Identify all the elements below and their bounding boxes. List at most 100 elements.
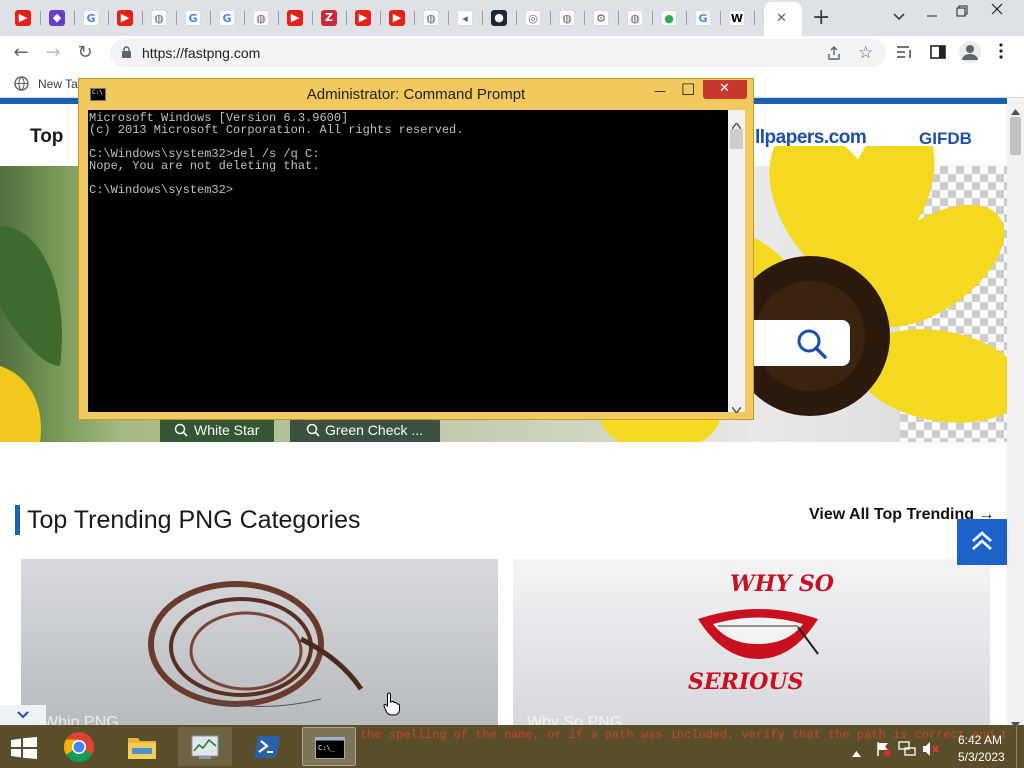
browser-tab[interactable]: ◍ xyxy=(144,6,174,30)
section-accent-bar xyxy=(15,505,20,535)
globe-icon[interactable] xyxy=(14,76,29,96)
address-bar[interactable]: https://fastpng.com ☆ xyxy=(110,39,886,67)
cmd-minimize-button[interactable]: — xyxy=(654,84,666,98)
url-text[interactable]: https://fastpng.com xyxy=(142,45,260,61)
tray-expand-icon[interactable] xyxy=(852,744,861,762)
browser-tab[interactable]: ▶ xyxy=(110,6,140,30)
window-minimize-icon[interactable] xyxy=(926,9,938,27)
clock-date[interactable]: 5/3/2023 xyxy=(958,750,1005,764)
taskbar-chrome[interactable] xyxy=(52,727,106,766)
hand-cursor-icon xyxy=(383,692,400,716)
hero-search-box[interactable] xyxy=(740,320,850,366)
cmd-scrollbar[interactable] xyxy=(728,110,745,415)
start-button[interactable] xyxy=(0,727,46,766)
scroll-down-button[interactable] xyxy=(0,705,46,725)
tab-separator xyxy=(210,11,211,25)
category-card-whip[interactable]: Whip PNG xyxy=(21,559,498,725)
card-label: Why So PNG xyxy=(527,714,623,725)
browser-tab[interactable]: ◍ xyxy=(416,6,446,30)
section-title: Top Trending PNG Categories xyxy=(27,506,361,534)
bookmark-star-icon[interactable]: ☆ xyxy=(858,43,873,63)
browser-tab[interactable]: ⚙ xyxy=(586,6,616,30)
tab-separator xyxy=(652,11,653,25)
action-center-flag-icon[interactable] xyxy=(875,741,891,762)
browser-tab[interactable]: G xyxy=(212,6,242,30)
task-manager-icon xyxy=(191,735,219,759)
show-desktop-button[interactable] xyxy=(1016,725,1024,768)
browser-tab[interactable]: ◍ xyxy=(620,6,650,30)
browser-tab[interactable]: ◆ xyxy=(42,6,72,30)
scrollbar-thumb[interactable] xyxy=(1010,117,1021,155)
purple-app-icon: ◆ xyxy=(49,10,65,26)
browser-menu-icon[interactable] xyxy=(999,43,1003,64)
taskbar-task-manager[interactable] xyxy=(178,727,232,766)
browser-tab[interactable]: ▶ xyxy=(382,6,412,30)
taskbar-file-explorer[interactable] xyxy=(115,727,169,766)
card-art-text-bottom: SERIOUS xyxy=(688,669,804,695)
command-prompt-window[interactable]: C:\ Administrator: Command Prompt — □ ✕ … xyxy=(78,78,754,420)
search-chip[interactable]: Green Check ... xyxy=(290,418,440,442)
chip-label: Green Check ... xyxy=(325,422,424,438)
chrome-icon xyxy=(63,732,94,763)
lock-icon[interactable] xyxy=(121,46,132,64)
scroll-down-arrow-icon[interactable] xyxy=(731,400,742,418)
browser-tab[interactable]: ◍ xyxy=(246,6,276,30)
window-restore-icon[interactable] xyxy=(956,4,968,22)
tab-search-chevron-icon[interactable] xyxy=(892,9,906,23)
share-icon[interactable] xyxy=(826,45,842,66)
zotero-icon: Z xyxy=(321,10,337,26)
active-tab[interactable]: ✕ xyxy=(764,2,802,36)
site-logo[interactable]: Top xyxy=(30,126,63,148)
browser-tab[interactable]: ◍ xyxy=(552,6,582,30)
chip-label: White Star xyxy=(194,422,260,438)
network-icon[interactable] xyxy=(898,741,916,762)
browser-tab[interactable]: G xyxy=(76,6,106,30)
tab-separator xyxy=(720,11,721,25)
page-scrollbar[interactable] xyxy=(1007,98,1024,728)
new-tab-button[interactable]: + xyxy=(812,5,830,30)
browser-tab[interactable]: ● xyxy=(484,6,514,30)
browser-tab[interactable]: ● xyxy=(654,6,684,30)
browser-tab[interactable]: ▶ xyxy=(280,6,310,30)
profile-avatar-icon[interactable] xyxy=(959,41,981,63)
browser-tab[interactable]: ◎ xyxy=(518,6,548,30)
leaf-image xyxy=(0,226,62,442)
tab-separator xyxy=(380,11,381,25)
cmd-close-button[interactable]: ✕ xyxy=(703,80,747,99)
browser-tab[interactable]: G xyxy=(178,6,208,30)
volume-muted-icon[interactable] xyxy=(922,741,940,762)
search-chip[interactable]: White Star xyxy=(160,418,274,442)
taskbar-command-prompt[interactable]: C:\_ xyxy=(302,727,356,766)
cmd-console-output[interactable]: Microsoft Windows [Version 6.3.9600] (c)… xyxy=(88,110,728,412)
side-panel-icon[interactable] xyxy=(930,44,946,65)
browser-tab[interactable]: ◂ xyxy=(450,6,480,30)
category-card-why-so-serious[interactable]: WHY SO SERIOUS Why So PNG xyxy=(513,559,990,725)
double-chevron-up-icon xyxy=(972,531,992,550)
reload-icon[interactable]: ↻ xyxy=(72,40,98,66)
browser-tab[interactable]: ▶ xyxy=(348,6,378,30)
search-icon[interactable] xyxy=(796,328,828,365)
browser-tab[interactable]: Z xyxy=(314,6,344,30)
youtube-icon: ▶ xyxy=(355,10,371,26)
tab-close-icon[interactable]: ✕ xyxy=(776,11,787,26)
scrollbar-thumb[interactable] xyxy=(730,129,743,149)
browser-tab[interactable]: G xyxy=(688,6,718,30)
browser-tab[interactable]: W xyxy=(722,6,752,30)
clock-time[interactable]: 6:42 AM xyxy=(958,733,1002,747)
taskbar-powershell[interactable] xyxy=(240,727,294,766)
browser-tab[interactable]: ▶ xyxy=(8,6,38,30)
back-arrow-icon[interactable]: ← xyxy=(8,40,34,66)
search-icon xyxy=(174,423,188,442)
back-to-top-button[interactable] xyxy=(957,519,1007,565)
globe-icon: ◍ xyxy=(627,10,643,26)
forward-arrow-icon[interactable]: → xyxy=(40,40,66,66)
tab-separator xyxy=(108,11,109,25)
close-icon: ✕ xyxy=(719,81,730,96)
window-close-icon[interactable] xyxy=(990,2,1004,21)
tab-separator xyxy=(142,11,143,25)
cmd-title-bar[interactable]: C:\ Administrator: Command Prompt — □ ✕ xyxy=(79,79,753,109)
cmd-maximize-button[interactable]: □ xyxy=(681,79,695,97)
bookmark-new-tab[interactable]: New Ta xyxy=(38,77,78,91)
google-icon: G xyxy=(695,10,711,26)
reading-list-icon[interactable] xyxy=(896,44,914,65)
